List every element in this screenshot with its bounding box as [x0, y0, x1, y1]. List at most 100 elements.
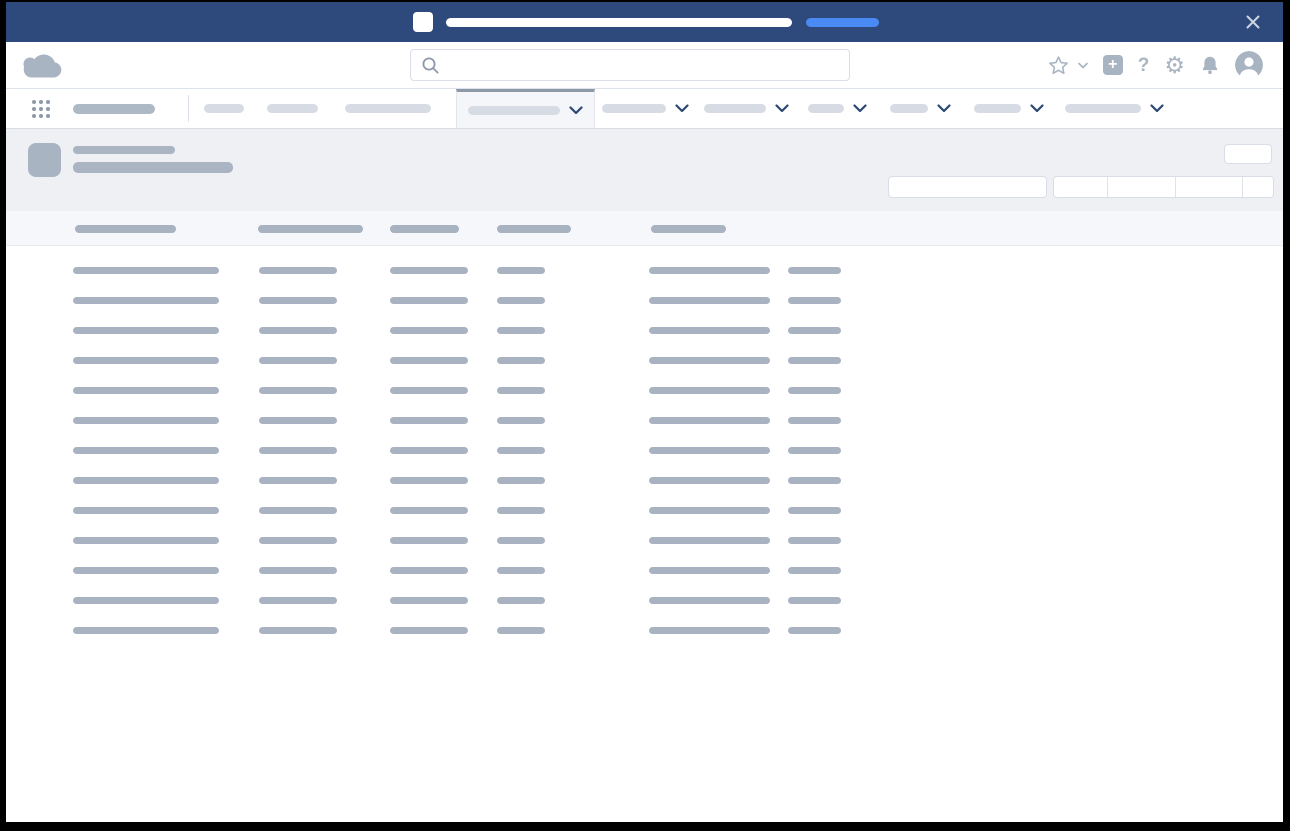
- cell-skeleton: [73, 477, 219, 484]
- cell-skeleton: [259, 297, 337, 304]
- table-row[interactable]: [6, 436, 1283, 466]
- nav-tab-7[interactable]: [808, 89, 867, 128]
- table-row[interactable]: [6, 316, 1283, 346]
- header-actions: + ? ⚙: [1046, 42, 1265, 88]
- tab-menu-button[interactable]: [569, 106, 583, 115]
- cell-skeleton: [649, 447, 770, 454]
- header-action-button[interactable]: [1224, 144, 1272, 164]
- help-button[interactable]: ?: [1136, 54, 1152, 77]
- cell-skeleton: [73, 537, 219, 544]
- table-row[interactable]: [6, 496, 1283, 526]
- nav-tab-10[interactable]: [1065, 89, 1164, 128]
- global-search[interactable]: [410, 49, 850, 81]
- cell-skeleton: [73, 507, 219, 514]
- cell-skeleton: [788, 477, 841, 484]
- banner-close-button[interactable]: [1241, 10, 1265, 34]
- cell-skeleton: [259, 327, 337, 334]
- nav-tab-5[interactable]: [602, 89, 689, 128]
- table-row[interactable]: [6, 556, 1283, 586]
- nav-tab-2[interactable]: [267, 89, 318, 128]
- table-row[interactable]: [6, 256, 1283, 286]
- cell-skeleton: [497, 567, 545, 574]
- record-entity-icon: [28, 143, 61, 177]
- table-row[interactable]: [6, 616, 1283, 646]
- cell-skeleton: [390, 597, 468, 604]
- cell-skeleton: [73, 387, 219, 394]
- cell-skeleton: [497, 267, 545, 274]
- tab-label-skeleton: [267, 104, 318, 113]
- list-control-button-3[interactable]: [1176, 177, 1243, 197]
- cell-skeleton: [390, 357, 468, 364]
- cell-skeleton: [73, 417, 219, 424]
- tab-menu-button[interactable]: [1030, 104, 1044, 113]
- table-row[interactable]: [6, 526, 1283, 556]
- table-row[interactable]: [6, 466, 1283, 496]
- notifications-button[interactable]: [1198, 53, 1222, 77]
- cell-skeleton: [390, 267, 468, 274]
- table-row[interactable]: [6, 286, 1283, 316]
- list-search-input[interactable]: [889, 177, 1046, 197]
- cell-skeleton: [259, 627, 337, 634]
- search-input[interactable]: [440, 50, 849, 80]
- cell-skeleton: [259, 387, 337, 394]
- cell-skeleton: [259, 567, 337, 574]
- column-header-skeleton-5[interactable]: [651, 225, 726, 233]
- cell-skeleton: [259, 507, 337, 514]
- table-row[interactable]: [6, 406, 1283, 436]
- nav-tab-1[interactable]: [204, 89, 244, 128]
- gear-icon: ⚙: [1164, 54, 1185, 77]
- tab-label-skeleton: [204, 104, 244, 113]
- nav-tab-3[interactable]: [345, 89, 431, 128]
- cell-skeleton: [259, 447, 337, 454]
- chevron-down-icon: [1030, 104, 1044, 113]
- app-name-skeleton: [73, 104, 155, 114]
- tab-menu-button[interactable]: [1150, 104, 1164, 113]
- cell-skeleton: [73, 357, 219, 364]
- nav-tab-9[interactable]: [974, 89, 1044, 128]
- bell-icon: [1200, 55, 1220, 75]
- table-row[interactable]: [6, 346, 1283, 376]
- list-control-button-4[interactable]: [1243, 177, 1273, 197]
- nav-tab-8[interactable]: [890, 89, 951, 128]
- app-window: + ? ⚙: [6, 2, 1283, 822]
- favorites-star-button[interactable]: [1046, 53, 1071, 78]
- cell-skeleton: [649, 507, 770, 514]
- cell-skeleton: [259, 357, 337, 364]
- cell-skeleton: [497, 357, 545, 364]
- user-menu-button[interactable]: [1233, 49, 1265, 81]
- setup-button[interactable]: ⚙: [1162, 52, 1187, 79]
- app-launcher-button[interactable]: [30, 98, 52, 120]
- cell-skeleton: [649, 357, 770, 364]
- nav-tab-4-selected[interactable]: [456, 89, 595, 128]
- tab-menu-button[interactable]: [675, 104, 689, 113]
- column-header-skeleton-2[interactable]: [258, 225, 363, 233]
- quick-create-button[interactable]: +: [1101, 53, 1125, 77]
- cell-skeleton: [497, 387, 545, 394]
- table-row[interactable]: [6, 376, 1283, 406]
- cloud-logo-icon: [20, 51, 66, 81]
- cell-skeleton: [390, 507, 468, 514]
- tab-menu-button[interactable]: [937, 104, 951, 113]
- nav-tab-6[interactable]: [704, 89, 789, 128]
- list-control-button-1[interactable]: [1054, 177, 1108, 197]
- cell-skeleton: [649, 417, 770, 424]
- list-control-button-2[interactable]: [1108, 177, 1176, 197]
- cell-skeleton: [788, 327, 841, 334]
- tab-menu-button[interactable]: [853, 104, 867, 113]
- cell-skeleton: [390, 447, 468, 454]
- column-header-skeleton-3[interactable]: [390, 225, 459, 233]
- cell-skeleton: [649, 477, 770, 484]
- list-search-box[interactable]: [888, 176, 1047, 198]
- tab-label-skeleton: [1065, 104, 1141, 113]
- cell-skeleton: [259, 597, 337, 604]
- cell-skeleton: [497, 327, 545, 334]
- table-row[interactable]: [6, 586, 1283, 616]
- cell-skeleton: [788, 567, 841, 574]
- banner-link-skeleton[interactable]: [806, 18, 879, 27]
- favorites-chevron-button[interactable]: [1076, 60, 1090, 71]
- tab-menu-button[interactable]: [775, 104, 789, 113]
- column-header-skeleton-4[interactable]: [497, 225, 571, 233]
- star-icon: [1048, 55, 1069, 76]
- column-header-skeleton-1[interactable]: [75, 225, 176, 233]
- banner-checkbox-icon[interactable]: [413, 12, 433, 32]
